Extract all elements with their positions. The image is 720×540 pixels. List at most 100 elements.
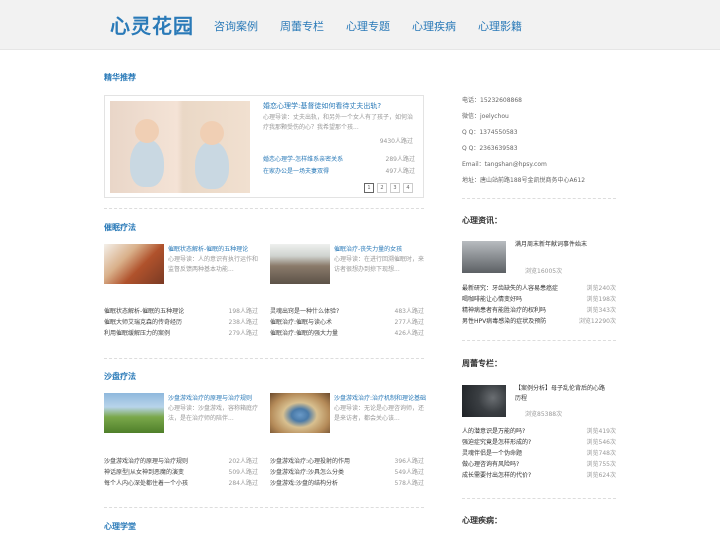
article-thumbnail[interactable] [270,393,330,433]
article-title-link[interactable]: 催眠状态解析-催眠的五种理论 [168,244,248,253]
list-item-title[interactable]: 沙盘游戏治疗:心理投射的作用 [270,456,350,467]
list-item-title[interactable]: 催眠治疗:催眠与读心术 [270,317,332,328]
list-item-title[interactable]: 催眠治疗:催眠的强大力量 [270,328,338,339]
article-thumbnail[interactable] [104,244,164,284]
article-card[interactable]: 沙盘游戏治疗的原理与治疗规则 心理导读：沙盘游戏，容称箱庭疗法，是在治疗师的陪伴… [104,393,258,435]
article-thumbnail[interactable] [104,393,164,433]
list-item[interactable]: 做心理咨询有风险吗? 浏览755次 [462,459,616,470]
list-item[interactable]: 神话原型|从女神到恶魔的演变 509人路过 [104,467,258,478]
list-item-count: 284人路过 [228,480,258,487]
featured-image[interactable] [110,101,250,193]
list-item[interactable]: 人的潜意识是万能的吗? 浏览419次 [462,426,616,437]
list-item[interactable]: 在家办公是一场夫妻双得 497人路过 [263,166,415,178]
sidebar-divider [462,340,616,341]
list-item-title[interactable]: 沙盘游戏治疗的原理与治疗规则 [104,456,188,467]
sidebar-divider [462,498,616,499]
list-item[interactable]: 喝咖啡能让心情变好吗 浏览198次 [462,294,616,305]
section-divider [104,507,424,508]
nav-item-media[interactable]: 心理影籍 [478,18,522,34]
list-item[interactable]: 沙盘游戏治疗的原理与治疗规则 202人路过 [104,456,258,467]
list-item-count: 198人路过 [228,308,258,315]
list-item[interactable]: 沙盘游戏治疗:心理投射的作用 396人路过 [270,456,424,467]
article-card[interactable]: 催眠状态解析-催眠的五种理论 心理导读：人的意识有执行运作和监督反馈两种基本功能… [104,244,258,286]
nav-item-cases[interactable]: 咨询案例 [214,18,258,34]
page-button-4[interactable]: 4 [403,183,413,193]
list-item[interactable]: 沙盘游戏治疗:沙具怎么分类 549人路过 [270,467,424,478]
article-title-link[interactable]: 沙盘游戏治疗:治疗机制和理论基础 [334,393,426,402]
article-title-link[interactable]: 沙盘游戏治疗的原理与治疗规则 [168,393,252,402]
list-item[interactable]: 精神病患者有能胜治疗的权利吗 浏览343次 [462,305,616,316]
psychology-class-section-title: 心理学堂 [104,522,136,531]
list-item-title[interactable]: 最新研究：牙齿缺失的人容易患癌症 [462,283,558,294]
contact-email: Email：tangshan@hpsy.com [462,161,547,168]
list-item-title[interactable]: 人的潜意识是万能的吗? [462,426,525,437]
news-featured-title[interactable]: 满月周末新年献词事件始末 [515,240,615,250]
list-item-title[interactable]: 催眠大师艾瑞克森的传奇经历 [104,317,182,328]
section-divider [104,358,424,359]
article-description: 心理导读：在进行回溯催眠时，来访者很想办到掠下现想... [334,256,425,273]
nav-item-disorders[interactable]: 心理疾病 [412,18,456,34]
list-item-title[interactable]: 催眠状态解析-催眠的五种理论 [104,306,184,317]
list-item[interactable]: 催眠治疗:催眠的强大力量 426人路过 [270,328,424,339]
list-item[interactable]: 强迫症究竟是怎样形成的? 浏览546次 [462,437,616,448]
list-item-title[interactable]: 每个人内心深处都住着一个小孩 [104,478,188,489]
list-item-count: 浏览755次 [586,461,616,468]
list-item-title[interactable]: 沙盘游戏治疗:沙具怎么分类 [270,467,344,478]
site-header: 心灵花园 咨询案例 周蕾专栏 心理专题 心理疾病 心理影籍 [0,0,720,50]
list-item-title[interactable]: 婚恋心理学-怎样维系亲密关系 [263,154,343,166]
news-heading: 心理资讯： [462,216,502,225]
list-item-title[interactable]: 在家办公是一场夫妻双得 [263,166,329,178]
list-item-title[interactable]: 喝咖啡能让心情变好吗 [462,294,522,305]
article-list-right: 灵魂出窍是一种什么体验? 483人路过 催眠治疗:催眠与读心术 277人路过 催眠治… [270,306,424,339]
article-card[interactable]: 催眠治疗-丧失力量的女孩 心理导读：在进行回溯催眠时，来访者很想办到掠下现想..… [270,244,424,286]
sandplay-section-title: 沙盘疗法 [104,372,136,381]
list-item-count: 238人路过 [228,319,258,326]
list-item-title[interactable]: 精神病患者有能胜治疗的权利吗 [462,305,546,316]
list-item-title[interactable]: 利用催眠缓解压力的案例 [104,328,170,339]
list-item[interactable]: 最新研究：牙齿缺失的人容易患癌症 浏览240次 [462,283,616,294]
list-item-count: 483人路过 [394,308,424,315]
list-item[interactable]: 成长需要付出怎样的代价? 浏览624次 [462,470,616,481]
list-item-count: 279人路过 [228,330,258,337]
list-item[interactable]: 催眠大师艾瑞克森的传奇经历 238人路过 [104,317,258,328]
list-item-title[interactable]: 做心理咨询有风险吗? [462,459,519,470]
list-item[interactable]: 催眠治疗:催眠与读心术 277人路过 [270,317,424,328]
list-item-title[interactable]: 强迫症究竟是怎样形成的? [462,437,531,448]
list-item-count: 浏览419次 [586,428,616,435]
list-item-title[interactable]: 灵魂出窍是一种什么体验? [270,306,339,317]
list-item[interactable]: 灵魂伴侣是一个伪命题 浏览748次 [462,448,616,459]
column-thumbnail[interactable] [462,385,506,417]
contact-qq-1: Q Q：1374550583 [462,129,518,136]
nav-item-topics[interactable]: 心理专题 [346,18,390,34]
list-item[interactable]: 灵魂出窍是一种什么体验? 483人路过 [270,306,424,317]
article-title-link[interactable]: 催眠治疗-丧失力量的女孩 [334,244,402,253]
page-button-3[interactable]: 3 [390,183,400,193]
list-item-title[interactable]: 沙盘游戏:沙盘的结构分析 [270,478,338,489]
page-button-2[interactable]: 2 [377,183,387,193]
list-item-title[interactable]: 灵魂伴侣是一个伪命题 [462,448,522,459]
article-description: 心理导读：人的意识有执行运作和监督反馈两种基本功能... [168,256,259,273]
column-featured-title[interactable]: 【案例分析】母子乱伦背后的心路历程 [515,384,605,404]
news-thumbnail[interactable] [462,241,506,273]
list-item[interactable]: 催眠状态解析-催眠的五种理论 198人路过 [104,306,258,317]
list-item-title[interactable]: 成长需要付出怎样的代价? [462,470,531,481]
featured-title-link[interactable]: 婚恋心理学:基督徒如何看待丈夫出轨? [263,101,381,111]
nav-item-zhoulei-column[interactable]: 周蕾专栏 [280,18,324,34]
article-description: 心理导读：无论是心理咨询师，还是来访者，都会关心该... [334,405,425,422]
page-button-1[interactable]: 1 [364,183,374,193]
article-card[interactable]: 沙盘游戏治疗:治疗机制和理论基础 心理导读：无论是心理咨询师，还是来访者，都会关… [270,393,426,435]
article-thumbnail[interactable] [270,244,330,284]
list-item-count: 426人路过 [394,330,424,337]
site-logo[interactable]: 心灵花园 [110,10,194,39]
news-list: 最新研究：牙齿缺失的人容易患癌症 浏览240次 喝咖啡能让心情变好吗 浏览198次 … [462,283,616,327]
list-item-title[interactable]: 神话原型|从女神到恶魔的演变 [104,467,184,478]
list-item-title[interactable]: 男性HPV病毒感染的症状及预防 [462,316,546,327]
list-item[interactable]: 沙盘游戏:沙盘的结构分析 578人路过 [270,478,424,489]
list-item[interactable]: 利用催眠缓解压力的案例 279人路过 [104,328,258,339]
contact-info: 电话：15232608868 微信：joelychou Q Q：13745505… [462,93,585,189]
list-item[interactable]: 男性HPV病毒感染的症状及预防 浏览12290次 [462,316,616,327]
baby-head [200,121,224,145]
list-item-count: 浏览12290次 [578,318,616,325]
list-item[interactable]: 婚恋心理学-怎样维系亲密关系 289人路过 [263,154,415,166]
list-item[interactable]: 每个人内心深处都住着一个小孩 284人路过 [104,478,258,489]
